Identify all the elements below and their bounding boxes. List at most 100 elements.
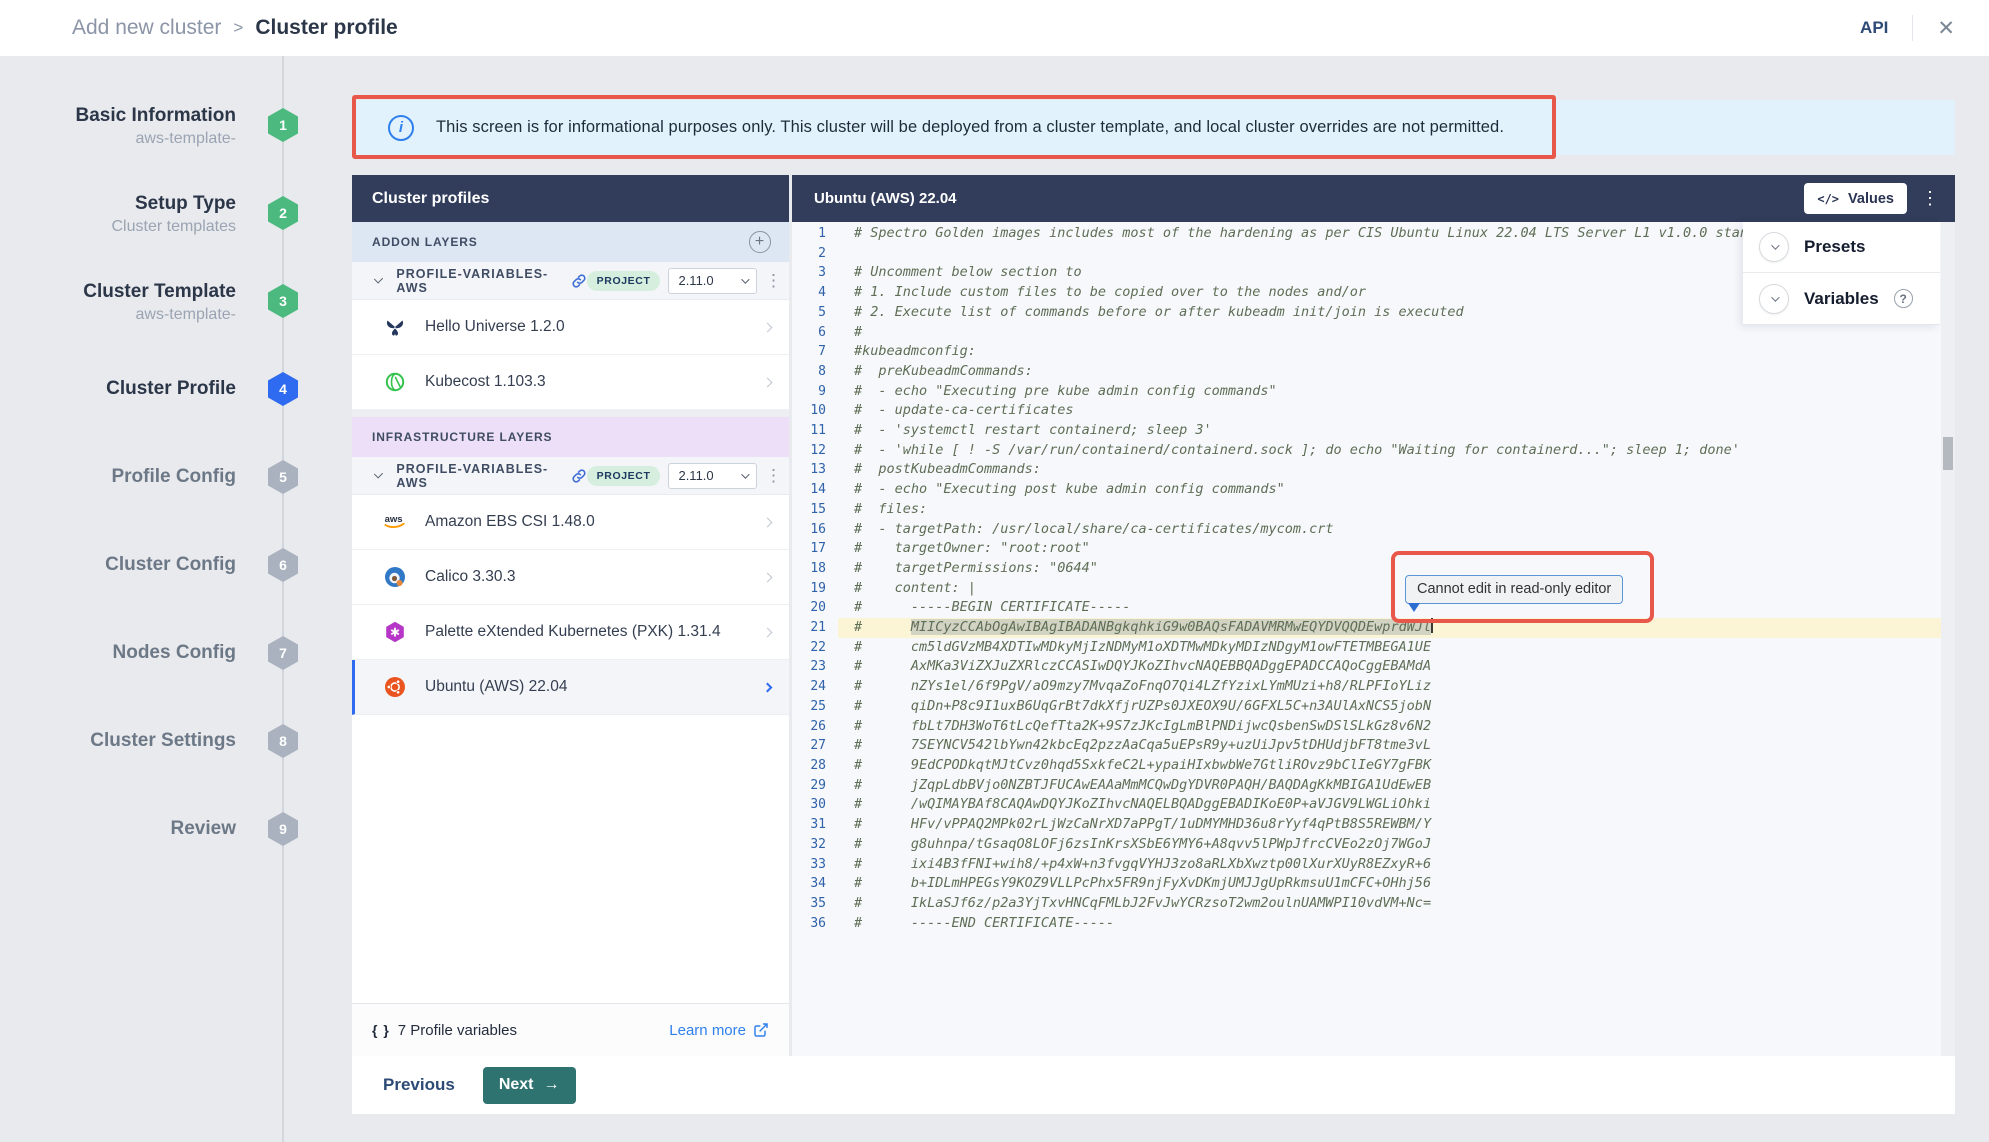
page-title: Cluster profile [255,16,397,40]
line-content: # targetPermissions: "0644" [838,559,1955,579]
project-badge: PROJECT [587,466,661,486]
line-content: # preKubeadmCommands: [838,362,1955,382]
chevron-down-icon [374,274,383,283]
addon-layers-section: ADDON LAYERS + [352,222,789,262]
step-title: Nodes Config [16,641,236,665]
chevron-down-icon[interactable] [1759,232,1789,262]
infrastructure-layers-section: INFRASTRUCTURE LAYERS [352,417,789,457]
step-number-hexagon[interactable]: 3 [268,284,298,318]
breadcrumb: Add new cluster > Cluster profile [72,16,398,40]
code-line-19: 19# content: | [792,579,1955,599]
code-line-34: 34# b+IDLmHPEGsY9KOZ9VLLPcPhx5FR9njFyXvD… [792,874,1955,894]
step-number-hexagon[interactable]: 4 [268,372,298,406]
row-menu-icon[interactable]: ⋮ [765,272,781,289]
previous-button[interactable]: Previous [383,1075,455,1095]
code-line-35: 35# IkLaSJf6z/p2a3YjTxvHNCqFMLbJ2FvJwYCR… [792,894,1955,914]
step-number-hexagon[interactable]: 6 [268,548,298,582]
row-menu-icon[interactable]: ⋮ [765,467,781,484]
line-content: # - echo "Executing pre kube admin confi… [838,382,1955,402]
code-line-16: 16# - targetPath: /usr/local/share/ca-ce… [792,520,1955,540]
line-content: #kubeadmconfig: [838,342,1955,362]
code-line-20: 20# -----BEGIN CERTIFICATE----- [792,598,1955,618]
arrow-right-icon: → [544,1076,560,1094]
line-content: # - 'while [ ! -S /var/run/containerd/co… [838,441,1955,461]
step-title: Cluster Settings [16,729,236,753]
step-number-hexagon[interactable]: 5 [268,460,298,494]
layer-row-amazon-ebs-csi-1-48-0[interactable]: awsAmazon EBS CSI 1.48.0 [352,495,789,550]
next-button[interactable]: Next → [483,1067,576,1104]
calico-icon [382,564,408,590]
add-layer-button[interactable]: + [749,231,771,253]
line-number: 9 [792,382,838,402]
next-label: Next [499,1076,534,1094]
profile-variables-group-addon[interactable]: PROFILE-VARIABLES-AWS PROJECT 2.11.0 ⋮ [352,262,789,300]
profile-variables-group-infra[interactable]: PROFILE-VARIABLES-AWS PROJECT 2.11.0 ⋮ [352,457,789,495]
step-subtitle: Cluster templates [16,216,236,238]
learn-more-link[interactable]: Learn more [669,1022,769,1039]
readonly-tooltip: Cannot edit in read-only editor [1405,575,1623,604]
chevron-down-icon[interactable] [1759,284,1789,314]
version-select[interactable]: 2.11.0 [668,268,757,294]
code-line-17: 17# targetOwner: "root:root" [792,539,1955,559]
step-number-hexagon[interactable]: 9 [268,812,298,846]
line-content: # [838,323,1955,343]
cluster-profiles-panel: Cluster profiles ADDON LAYERS + PROFILE-… [352,175,789,1056]
values-button[interactable]: </> Values [1804,183,1907,214]
line-content: # - update-ca-certificates [838,401,1955,421]
line-number: 22 [792,638,838,658]
close-icon[interactable]: ✕ [1937,18,1955,39]
cluster-profiles-title: Cluster profiles [352,175,789,222]
step-number-hexagon[interactable]: 8 [268,724,298,758]
code-line-18: 18# targetPermissions: "0644" [792,559,1955,579]
line-content: # -----BEGIN CERTIFICATE----- [838,598,1955,618]
line-number: 2 [792,244,838,264]
line-content: # - 'systemctl restart containerd; sleep… [838,421,1955,441]
editor-scrollbar[interactable] [1941,222,1955,1056]
step-label: Cluster Profile [16,377,236,401]
layer-name: Kubecost 1.103.3 [425,373,546,391]
editor-body[interactable]: 1# Spectro Golden images includes most o… [792,222,1955,1056]
line-content: # g8uhnpa/tGsaqO8LOFj6zsInKrsXSbE6YMY6+A… [838,835,1955,855]
line-content: # MIICyzCCAbOgAwIBAgIBADANBgkqhkiG9w0BAQ… [838,618,1955,638]
editor-menu-icon[interactable]: ⋮ [1921,188,1939,209]
step-title: Profile Config [16,465,236,489]
presets-toggle[interactable]: Presets [1743,222,1940,273]
step-number-hexagon[interactable]: 2 [268,196,298,230]
text-cursor [1431,618,1433,633]
ubuntu-icon [382,674,408,700]
scrollbar-thumb[interactable] [1943,437,1953,470]
layer-row-palette-extended-kubernetes-pxk-1-31-4[interactable]: ✱Palette eXtended Kubernetes (PXK) 1.31.… [352,605,789,660]
code-line-23: 23# AxMKa3ViZXJuZXRlczCCASIwDQYJKoZIhvcN… [792,657,1955,677]
code-line-36: 36# -----END CERTIFICATE----- [792,914,1955,934]
line-number: 25 [792,697,838,717]
api-button[interactable]: API [1860,18,1888,38]
step-subtitle: aws-template- [16,304,236,326]
code-line-21: 21# MIICyzCCAbOgAwIBAgIBADANBgkqhkiG9w0B… [792,618,1955,638]
line-number: 7 [792,342,838,362]
help-icon[interactable]: ? [1894,289,1913,308]
code-line-24: 24# nZYs1el/6f9PgV/aO9mzy7MvqaZoFnqO7Qi4… [792,677,1955,697]
step-label: Cluster Config [16,553,236,577]
step-title: Review [16,817,236,841]
step-label: Profile Config [16,465,236,489]
variables-toggle[interactable]: Variables ? [1743,273,1940,324]
layer-row-ubuntu-aws-22-04[interactable]: Ubuntu (AWS) 22.04 [352,660,789,715]
line-number: 1 [792,224,838,244]
step-title: Setup Type [16,192,236,216]
panel-filler [352,715,789,1003]
chevron-right-icon [763,517,773,527]
line-number: 11 [792,421,838,441]
info-banner-text: This screen is for informational purpose… [436,118,1504,137]
add-cluster-wizard: { "header": { "breadcrumb_parent": "Add … [0,0,1989,1142]
layer-name: Amazon EBS CSI 1.48.0 [425,513,595,531]
line-content: # 9EdCPODkqtMJtCvz0hqd5SxkfeC2L+ypaiHIxb… [838,756,1955,776]
step-number-hexagon[interactable]: 1 [268,108,298,142]
breadcrumb-parent[interactable]: Add new cluster [72,16,221,40]
step-number-hexagon[interactable]: 7 [268,636,298,670]
layer-row-kubecost-1-103-3[interactable]: Kubecost 1.103.3 [352,355,789,410]
braces-icon: { } [372,1022,390,1038]
layer-row-hello-universe-1-2-0[interactable]: Hello Universe 1.2.0 [352,300,789,355]
version-select[interactable]: 2.11.0 [668,463,757,489]
hello-universe-icon [382,314,408,340]
layer-row-calico-3-30-3[interactable]: Calico 3.30.3 [352,550,789,605]
